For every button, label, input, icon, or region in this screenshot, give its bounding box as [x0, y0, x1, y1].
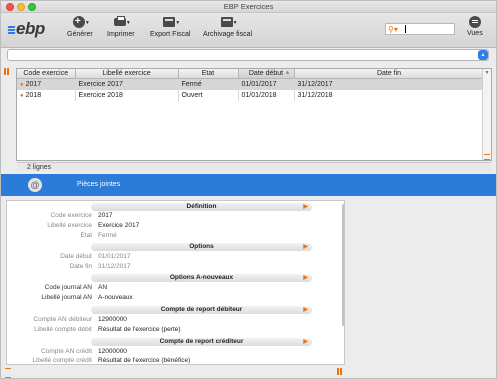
panel-resize-handle-icon[interactable] — [5, 368, 11, 378]
sort-ascending-icon: ▲ — [284, 70, 291, 76]
field-code-exercice[interactable]: 2017 — [98, 212, 112, 219]
cell-etat: Fermé — [178, 78, 239, 90]
imprimer-button[interactable]: ▼ Imprimer — [107, 16, 135, 38]
field-label-etat: Etat — [80, 232, 92, 239]
chevron-updown-icon[interactable]: ▲ — [478, 50, 488, 60]
field-label-code-journal-an: Code journal AN — [44, 284, 92, 291]
table-row[interactable]: ● 2018 Exercice 2018 Ouvert 01/01/2018 3… — [17, 90, 485, 101]
section-options-an[interactable]: Options A-nouveaux ▶ — [91, 274, 312, 282]
title-bar: EBP Exercices — [1, 1, 496, 13]
section-toggle-icon[interactable]: ▶ — [303, 243, 308, 251]
column-header-etat[interactable]: Etat — [178, 69, 239, 79]
section-toggle-icon[interactable]: ▶ — [303, 203, 308, 211]
splitter-handle-icon[interactable] — [337, 368, 343, 377]
field-libelle-compte-debit[interactable]: Résultat de l'exercice (perte) — [98, 326, 181, 333]
column-header-date-fin[interactable]: Date fin — [294, 69, 485, 79]
cell-date-debut: 01/01/2017 — [238, 78, 295, 90]
grid-resize-handle-icon[interactable] — [484, 154, 490, 160]
exercices-grid[interactable]: Code exercice Libellé exercice Etat Date… — [16, 68, 492, 161]
archivage-fiscal-label: Archivage fiscal — [203, 31, 253, 38]
field-label-date-fin: Date fin — [69, 263, 92, 270]
logo-bars-icon — [7, 25, 16, 35]
section-toggle-icon[interactable]: ▶ — [303, 274, 308, 282]
cell-libelle: Exercice 2017 — [75, 78, 179, 90]
field-libelle-journal-an[interactable]: A-nouveaux — [98, 294, 133, 301]
section-toggle-icon[interactable]: ▶ — [303, 338, 308, 346]
cell-date-fin: 31/12/2018 — [294, 90, 485, 101]
field-label-libelle-exercice: Libellé exercice — [47, 222, 92, 229]
field-compte-an-debiteur[interactable]: 12900000 — [98, 316, 127, 323]
row-marker-icon: ● — [20, 82, 24, 88]
vues-label: Vues — [467, 30, 483, 37]
ebp-logo: ebp — [7, 19, 45, 39]
cell-libelle: Exercice 2018 — [75, 90, 179, 101]
row-count-label: 2 lignes — [17, 162, 491, 171]
export-fiscal-label: Export Fiscal — [150, 31, 191, 38]
window-title: EBP Exercices — [223, 2, 274, 11]
field-etat: Fermé — [98, 232, 117, 239]
table-row[interactable]: ● 2017 Exercice 2017 Fermé 01/01/2017 31… — [17, 78, 485, 90]
column-header-libelle[interactable]: Libellé exercice — [75, 69, 179, 79]
field-code-journal-an[interactable]: AN — [98, 284, 107, 291]
detail-scrollbar[interactable] — [341, 202, 344, 362]
field-label-compte-an-credit: Compte AN crédit — [41, 348, 92, 355]
field-libelle-compte-credit[interactable]: Résultat de l'exercice (bénéfice) — [98, 357, 190, 364]
views-icon — [468, 16, 481, 28]
search-input[interactable]: ⚲▾ — [385, 23, 455, 35]
detail-panel: Définition ▶ Code exercice 2017 Libellé e… — [6, 200, 345, 365]
paperclip-icon: @ — [28, 178, 42, 192]
cell-code: ● 2018 — [17, 90, 76, 101]
field-label-compte-an-debiteur: Compte AN débiteur — [33, 316, 92, 323]
printer-icon: ▼ — [113, 16, 131, 29]
cell-code: ● 2017 — [17, 78, 76, 90]
imprimer-label: Imprimer — [107, 31, 135, 38]
field-date-fin: 31/12/2017 — [98, 263, 131, 270]
field-label-libelle-journal-an: Libellé journal AN — [41, 294, 92, 301]
cell-etat: Ouvert — [178, 90, 239, 101]
detail-scrollbar-thumb[interactable] — [342, 204, 344, 326]
cell-date-fin: 31/12/2017 — [294, 78, 485, 90]
toolbar: ebp + ▼ Générer ▼ Imprimer ▼ Export Fisca… — [1, 13, 496, 48]
attachments-bar[interactable]: @ Pièces jointes — [1, 174, 496, 196]
field-compte-an-credit[interactable]: 12000000 — [98, 348, 127, 355]
field-date-debut: 01/01/2017 — [98, 253, 131, 260]
column-header-date-debut[interactable]: Date début ▲ — [238, 69, 295, 79]
field-label-libelle-compte-credit: Libellé compte crédit — [32, 357, 92, 364]
app-window: EBP Exercices ebp + ▼ Générer ▼ Imprimer … — [0, 0, 497, 379]
cell-date-debut: 01/01/2018 — [238, 90, 295, 101]
field-label-libelle-compte-debit: Libellé compte débit — [34, 326, 92, 333]
plus-circle-icon: + ▼ — [72, 16, 90, 28]
field-libelle-exercice[interactable]: Exercice 2017 — [98, 222, 139, 229]
search-icon[interactable]: ⚲▾ — [388, 24, 398, 35]
field-label-date-debut: Date début — [60, 253, 92, 260]
filter-combobox[interactable]: ▲ — [7, 49, 489, 61]
column-chooser-icon[interactable]: ▼ — [483, 69, 491, 78]
archivage-fiscal-button[interactable]: ▼ Archivage fiscal — [203, 16, 252, 38]
generer-label: Générer — [67, 31, 93, 38]
export-box-icon: ▼ — [163, 16, 180, 29]
row-marker-icon: ● — [20, 93, 24, 99]
section-toggle-icon[interactable]: ▶ — [303, 306, 308, 314]
export-fiscal-button[interactable]: ▼ Export Fiscal — [150, 16, 190, 38]
section-definition[interactable]: Définition ▶ — [91, 203, 312, 211]
text-caret — [405, 25, 406, 33]
attachments-label: Pièces jointes — [77, 181, 121, 188]
column-handle-icon[interactable] — [4, 68, 12, 78]
field-label-code-exercice: Code exercice — [50, 212, 92, 219]
grid-scrollbar[interactable]: ▼ — [482, 69, 491, 160]
generer-button[interactable]: + ▼ Générer — [67, 16, 93, 38]
archive-box-icon: ▼ — [220, 16, 238, 29]
vues-button[interactable]: Vues — [467, 16, 483, 37]
section-options[interactable]: Options ▶ — [91, 243, 312, 251]
column-header-code[interactable]: Code exercice — [17, 69, 76, 79]
grid-header-row: Code exercice Libellé exercice Etat Date… — [17, 69, 485, 79]
section-report-crediteur[interactable]: Compte de report créditeur ▶ — [91, 338, 312, 346]
bottom-bar — [1, 367, 496, 378]
section-report-debiteur[interactable]: Compte de report débiteur ▶ — [91, 306, 312, 314]
